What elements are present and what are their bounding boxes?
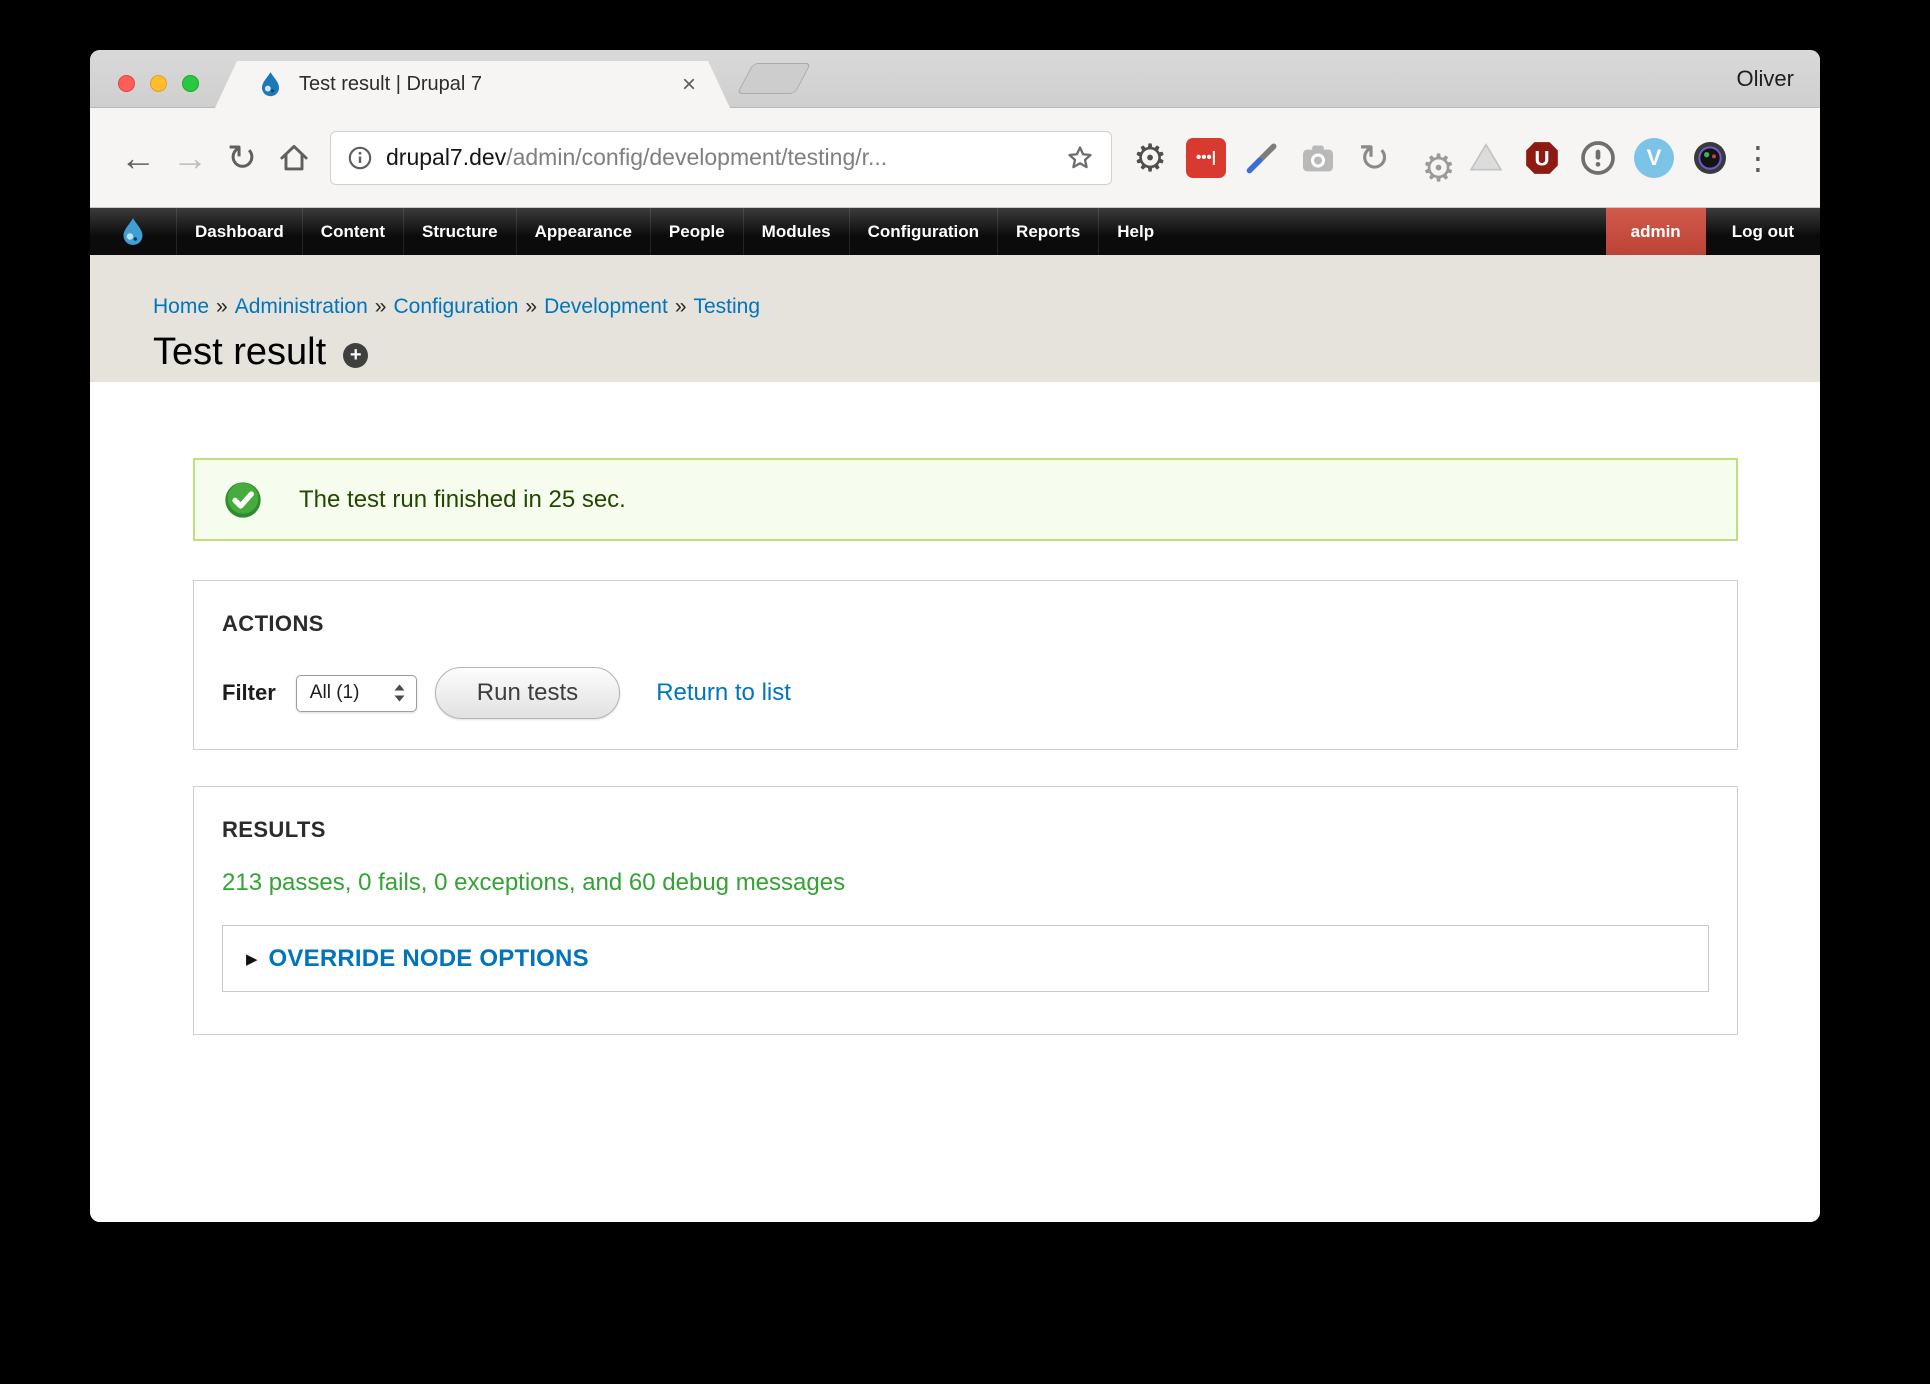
actions-fieldset: ACTIONS Filter All (1) Run tests Return …	[193, 580, 1738, 750]
filter-select[interactable]: All (1)	[296, 675, 417, 712]
close-window-button[interactable]	[118, 75, 135, 92]
url-path: /admin/config/development/testing/r...	[506, 144, 887, 170]
add-shortcut-icon[interactable]: +	[343, 343, 368, 368]
page-header: Home » Administration » Configuration » Develo…	[90, 255, 1820, 382]
breadcrumb-home[interactable]: Home	[153, 295, 209, 318]
toolbar-item-dashboard[interactable]: Dashboard	[176, 208, 302, 255]
drupal-logo-icon[interactable]	[90, 208, 176, 255]
camera-icon[interactable]	[1294, 134, 1342, 182]
browser-tab[interactable]: Test result | Drupal 7 ×	[215, 61, 730, 108]
video-v-icon[interactable]: V	[1630, 134, 1678, 182]
url-text[interactable]: drupal7.dev/admin/config/development/tes…	[386, 144, 887, 171]
override-node-options-link[interactable]: OVERRIDE NODE OPTIONS	[269, 945, 589, 973]
toolbar-item-modules[interactable]: Modules	[743, 208, 849, 255]
run-tests-button[interactable]: Run tests	[435, 667, 620, 719]
traffic-lights	[118, 75, 199, 92]
camera-lens-icon[interactable]	[1686, 134, 1734, 182]
tab-close-icon[interactable]: ×	[682, 73, 696, 97]
home-icon[interactable]	[268, 141, 320, 175]
toolbar-item-structure[interactable]: Structure	[403, 208, 516, 255]
override-node-options-fieldset[interactable]: ▶ OVERRIDE NODE OPTIONS	[222, 925, 1709, 992]
tab-title: Test result | Drupal 7	[299, 73, 482, 96]
keyhole-icon[interactable]	[1574, 134, 1622, 182]
drive-triangle-icon[interactable]	[1462, 134, 1510, 182]
minimize-window-button[interactable]	[150, 75, 167, 92]
toolbar-item-people[interactable]: People	[650, 208, 743, 255]
breadcrumb-separator: »	[525, 295, 537, 318]
breadcrumb-development[interactable]: Development	[544, 295, 668, 318]
web-page: Dashboard Content Structure Appearance P…	[90, 208, 1820, 1222]
new-tab-button[interactable]	[737, 63, 811, 94]
ublock-icon[interactable]: U	[1518, 134, 1566, 182]
actions-legend: ACTIONS	[222, 611, 1709, 637]
return-to-list-link[interactable]: Return to list	[656, 679, 791, 707]
select-arrows-icon	[392, 682, 407, 704]
breadcrumb: Home » Administration » Configuration » Develo…	[153, 295, 1820, 319]
tampermonkey-gear-icon[interactable]: ⚙	[1406, 134, 1454, 182]
drupal-admin-toolbar: Dashboard Content Structure Appearance P…	[90, 208, 1820, 255]
lastpass-icon[interactable]: •••|	[1182, 134, 1230, 182]
status-ok-icon	[223, 480, 263, 520]
breadcrumb-administration[interactable]: Administration	[235, 295, 368, 318]
toolbar-item-reports[interactable]: Reports	[997, 208, 1098, 255]
results-summary: 213 passes, 0 fails, 0 exceptions, and 6…	[222, 869, 1709, 897]
url-host: drupal7.dev	[386, 144, 506, 170]
browser-menu-icon[interactable]: ⋮	[1742, 142, 1774, 174]
results-fieldset: RESULTS 213 passes, 0 fails, 0 exception…	[193, 786, 1738, 1035]
address-bar[interactable]: drupal7.dev/admin/config/development/tes…	[330, 131, 1112, 185]
breadcrumb-separator: »	[216, 295, 228, 318]
toolbar-item-help[interactable]: Help	[1098, 208, 1172, 255]
page-title: Test result	[153, 331, 326, 374]
browser-toolbar: ← → ↻ drupal7.dev/admin/config/developme…	[90, 108, 1820, 208]
collapsed-arrow-icon: ▶	[246, 950, 258, 968]
ublock-letter: U	[1534, 147, 1549, 170]
status-text: The test run finished in 25 sec.	[299, 486, 626, 514]
toolbar-item-appearance[interactable]: Appearance	[516, 208, 650, 255]
breadcrumb-separator: »	[675, 295, 687, 318]
filter-select-value: All (1)	[310, 682, 360, 704]
filter-label: Filter	[222, 680, 276, 706]
breadcrumb-separator: »	[375, 295, 387, 318]
breadcrumb-configuration[interactable]: Configuration	[393, 295, 518, 318]
extension-area: ⚙ •••| ↻ ⚙	[1126, 134, 1734, 182]
bookmark-star-icon[interactable]	[1065, 143, 1095, 173]
back-icon[interactable]: ←	[112, 140, 164, 176]
toolbar-logout[interactable]: Log out	[1706, 208, 1820, 255]
page-content: The test run finished in 25 sec. ACTIONS…	[90, 382, 1820, 1035]
browser-window: Test result | Drupal 7 × Oliver ← → ↻ dr…	[90, 50, 1820, 1222]
page-info-icon[interactable]	[347, 145, 373, 171]
toolbar-item-configuration[interactable]: Configuration	[849, 208, 997, 255]
reload-icon[interactable]: ↻	[216, 140, 268, 176]
status-message: The test run finished in 25 sec.	[193, 458, 1738, 541]
browser-profile-name[interactable]: Oliver	[1737, 66, 1794, 92]
eyedropper-icon[interactable]	[1238, 134, 1286, 182]
session-sync-icon[interactable]: ↻	[1350, 134, 1398, 182]
settings-gear-icon[interactable]: ⚙	[1126, 134, 1174, 182]
drupal-favicon-icon	[257, 71, 284, 98]
forward-icon[interactable]: →	[164, 140, 216, 176]
results-legend: RESULTS	[222, 817, 1709, 843]
toolbar-item-content[interactable]: Content	[302, 208, 403, 255]
tab-strip: Test result | Drupal 7 × Oliver	[90, 50, 1820, 108]
toolbar-user-admin[interactable]: admin	[1606, 208, 1706, 255]
zoom-window-button[interactable]	[182, 75, 199, 92]
breadcrumb-testing[interactable]: Testing	[694, 295, 761, 318]
